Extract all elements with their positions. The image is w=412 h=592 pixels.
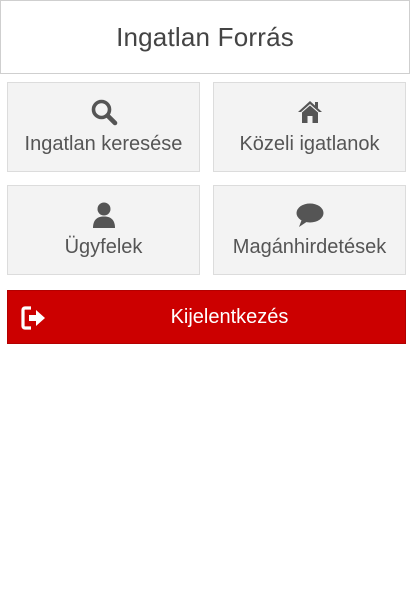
private-ads-label: Magánhirdetések [232, 236, 387, 258]
comment-icon [295, 200, 325, 230]
search-properties-label: Ingatlan keresése [24, 133, 183, 155]
home-icon [295, 97, 325, 127]
private-ads-button[interactable]: Magánhirdetések [213, 185, 406, 275]
nearby-properties-button[interactable]: Közeli igatlanok [213, 82, 406, 172]
page-title: Ingatlan Forrás [116, 21, 294, 52]
clients-label: Ügyfelek [64, 236, 143, 258]
clients-button[interactable]: Ügyfelek [7, 185, 200, 275]
app-header: Ingatlan Forrás [0, 0, 410, 74]
search-icon [89, 97, 119, 127]
logout-label: Kijelentkezés [170, 305, 289, 328]
nearby-properties-label: Közeli igatlanok [239, 133, 380, 155]
sign-out-icon [21, 305, 47, 331]
logout-button[interactable]: Kijelentkezés [7, 290, 406, 344]
user-icon [89, 200, 119, 230]
search-properties-button[interactable]: Ingatlan keresése [7, 82, 200, 172]
